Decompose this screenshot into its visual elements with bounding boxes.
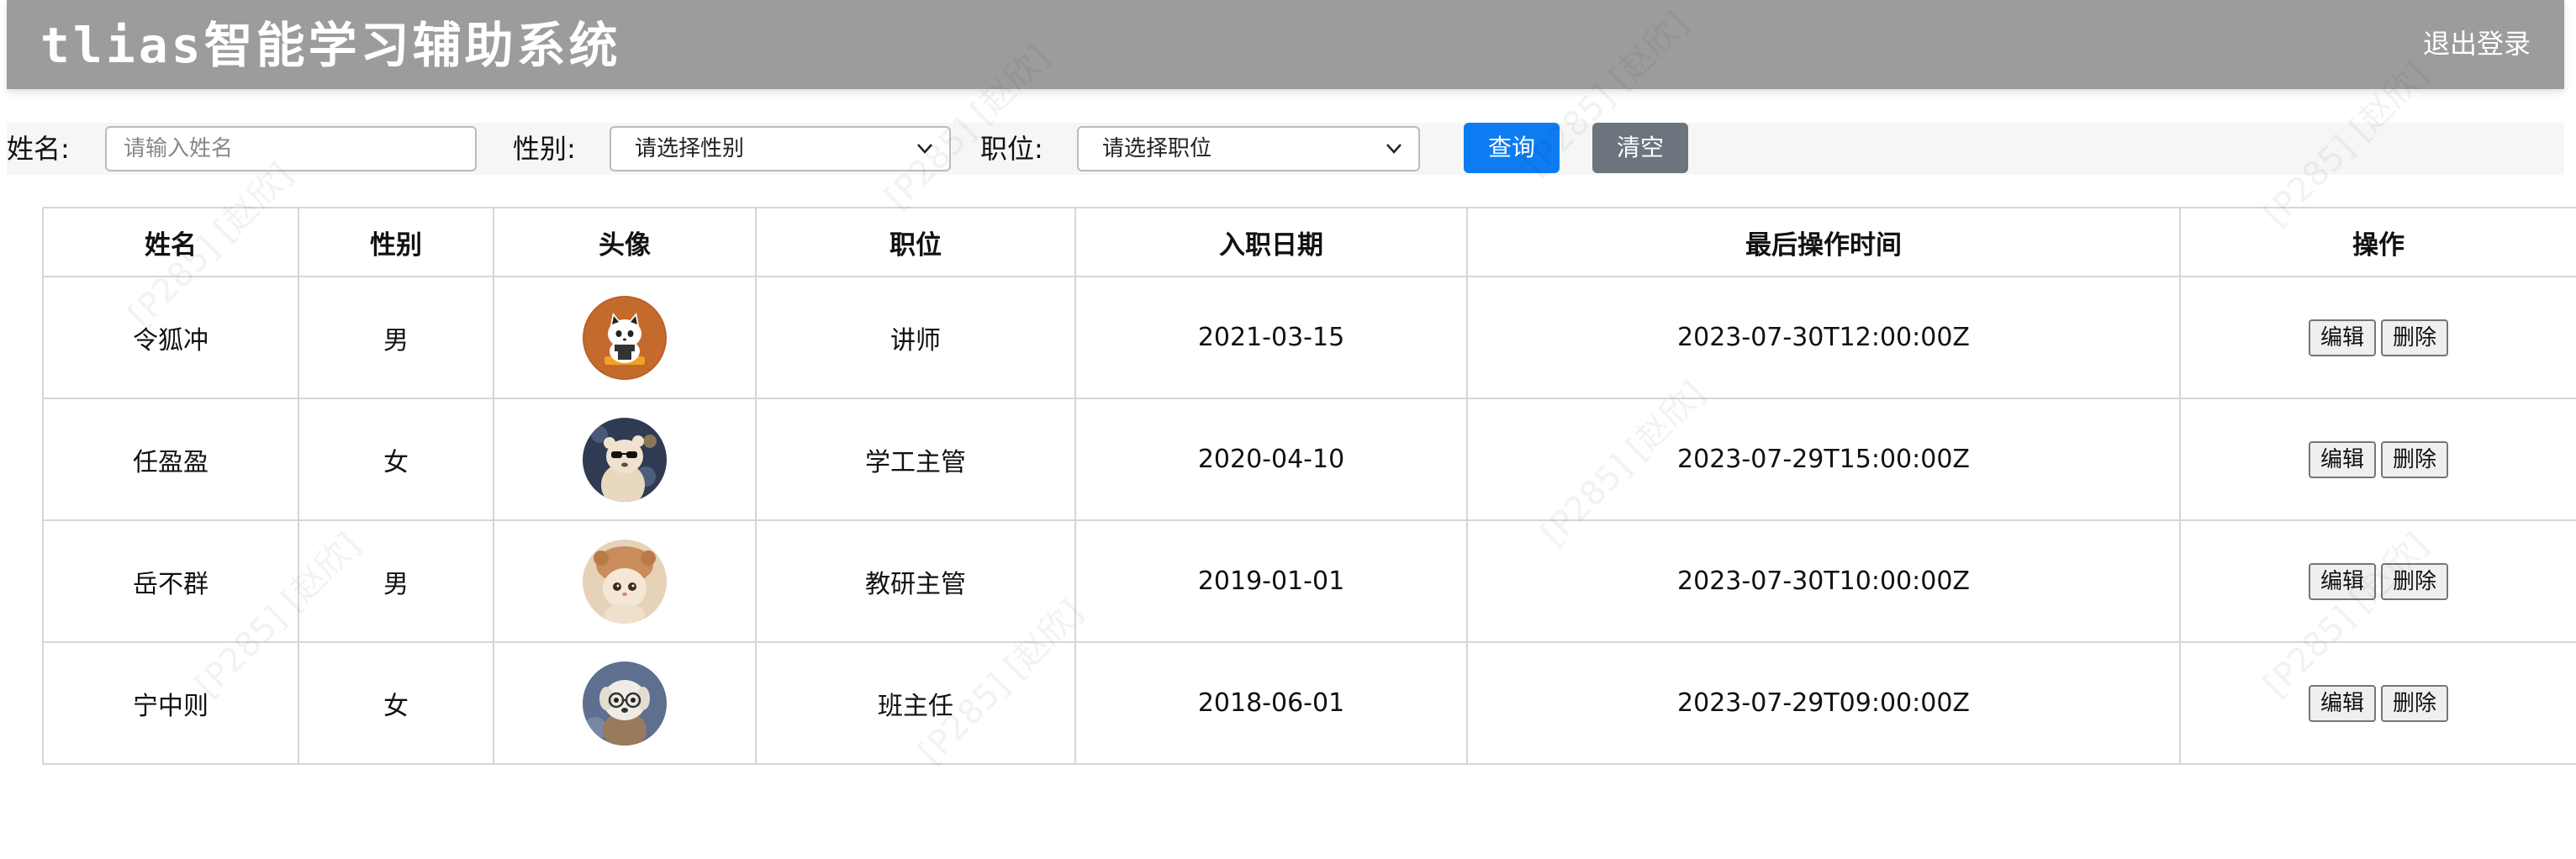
cell-actions: 编辑 删除	[2179, 519, 2576, 643]
cell-gender: 女	[298, 398, 494, 521]
cell-entry-date: 2020-04-10	[1074, 398, 1468, 521]
cell-update-time: 2023-07-30T10:00:00Z	[1466, 519, 2181, 643]
cell-gender: 女	[298, 641, 494, 765]
chevron-down-icon	[1386, 144, 1401, 154]
table-header-row: 姓名 性别 头像 职位 入职日期 最后操作时间 操作	[42, 207, 2576, 277]
cell-position: 讲师	[755, 276, 1076, 399]
delete-button[interactable]: 删除	[2381, 562, 2449, 600]
employee-table-wrap: 姓名 性别 头像 职位 入职日期 最后操作时间 操作 令狐冲 男 讲师 2021…	[42, 207, 2576, 765]
app-title: tlias智能学习辅助系统	[40, 17, 621, 74]
cell-entry-date: 2018-06-01	[1074, 641, 1468, 765]
cell-actions: 编辑 删除	[2179, 398, 2576, 521]
cell-position: 班主任	[755, 641, 1076, 765]
employee-table: 姓名 性别 头像 职位 入职日期 最后操作时间 操作 令狐冲 男 讲师 2021…	[42, 207, 2576, 765]
delete-button[interactable]: 删除	[2381, 319, 2449, 356]
column-header-update-time: 最后操作时间	[1466, 207, 2181, 277]
cell-update-time: 2023-07-30T12:00:00Z	[1466, 276, 2181, 399]
name-search-input[interactable]	[105, 126, 477, 171]
gender-label: 性别:	[513, 133, 576, 165]
app-header: tlias智能学习辅助系统 退出登录	[7, 0, 2564, 89]
column-header-gender: 性别	[298, 207, 494, 277]
table-row: 宁中则 女 班主任 2018-06-01 2023-07-29T09:00:00…	[42, 641, 2576, 765]
delete-button[interactable]: 删除	[2381, 440, 2449, 478]
column-header-position: 职位	[755, 207, 1076, 277]
cell-update-time: 2023-07-29T09:00:00Z	[1466, 641, 2181, 765]
cell-entry-date: 2019-01-01	[1074, 519, 1468, 643]
cell-update-time: 2023-07-29T15:00:00Z	[1466, 398, 2181, 521]
page: tlias智能学习辅助系统 退出登录 姓名: 性别: 请选择性别 职位: 请选择…	[0, 0, 2576, 859]
column-header-avatar: 头像	[493, 207, 757, 277]
edit-button[interactable]: 编辑	[2308, 440, 2376, 478]
gender-select[interactable]: 请选择性别	[610, 126, 951, 171]
clear-button[interactable]: 清空	[1592, 123, 1688, 173]
logout-link[interactable]: 退出登录	[2423, 25, 2531, 62]
cell-avatar	[493, 398, 757, 521]
cell-name: 令狐冲	[42, 276, 299, 399]
cell-name: 岳不群	[42, 519, 299, 643]
edit-button[interactable]: 编辑	[2308, 562, 2376, 600]
table-row: 令狐冲 男 讲师 2021-03-15 2023-07-30T12:00:00Z…	[42, 276, 2576, 399]
cat-avatar	[583, 295, 667, 380]
cell-position: 学工主管	[755, 398, 1076, 521]
puppy-glasses-avatar	[583, 661, 667, 746]
bear-sunglasses-avatar	[583, 417, 667, 502]
gender-select-value: 请选择性别	[635, 136, 745, 161]
cell-name: 宁中则	[42, 641, 299, 765]
edit-button[interactable]: 编辑	[2308, 684, 2376, 722]
table-row: 岳不群 男 教研主管 2019-01-01 2023-07-30T10:00:0…	[42, 519, 2576, 643]
column-header-entry-date: 入职日期	[1074, 207, 1468, 277]
cell-avatar	[493, 276, 757, 399]
delete-button[interactable]: 删除	[2381, 684, 2449, 722]
name-label: 姓名:	[7, 133, 70, 165]
edit-button[interactable]: 编辑	[2308, 319, 2376, 356]
column-header-actions: 操作	[2179, 207, 2576, 277]
kitten-hat-avatar	[583, 539, 667, 624]
cell-actions: 编辑 删除	[2179, 641, 2576, 765]
cell-entry-date: 2021-03-15	[1074, 276, 1468, 399]
position-label: 职位:	[980, 133, 1043, 165]
cell-actions: 编辑 删除	[2179, 276, 2576, 399]
cell-gender: 男	[298, 519, 494, 643]
cell-gender: 男	[298, 276, 494, 399]
search-bar: 姓名: 性别: 请选择性别 职位: 请选择职位 查询 清空	[7, 123, 2564, 175]
cell-name: 任盈盈	[42, 398, 299, 521]
cell-avatar	[493, 641, 757, 765]
table-row: 任盈盈 女 学工主管 2020-04-10 2023-07-29T15:00:0…	[42, 398, 2576, 521]
cell-avatar	[493, 519, 757, 643]
column-header-name: 姓名	[42, 207, 299, 277]
chevron-down-icon	[917, 144, 932, 154]
position-select-value: 请选择职位	[1102, 136, 1212, 161]
query-button[interactable]: 查询	[1464, 123, 1560, 173]
position-select[interactable]: 请选择职位	[1077, 126, 1420, 171]
cell-position: 教研主管	[755, 519, 1076, 643]
